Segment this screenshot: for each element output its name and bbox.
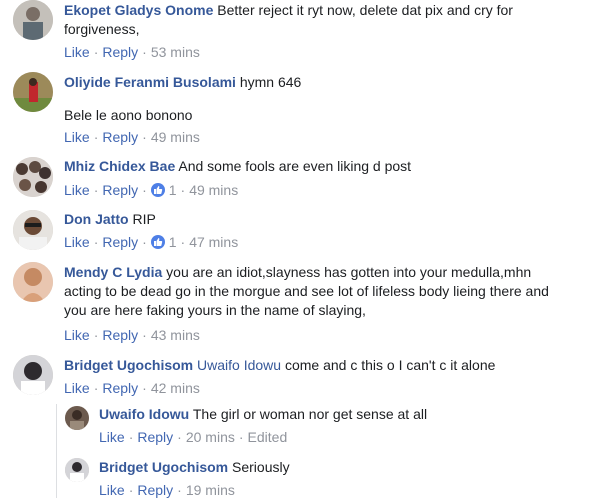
comment-text: Better reject it ryt now, delete dat pix… bbox=[217, 2, 513, 18]
avatar[interactable] bbox=[65, 406, 89, 430]
timestamp[interactable]: 49 mins bbox=[189, 182, 238, 198]
reaction-count[interactable]: 1 bbox=[169, 234, 177, 250]
avatar[interactable] bbox=[13, 355, 53, 395]
reply-actions: Like · Reply · 20 mins · Edited bbox=[99, 429, 288, 445]
reply-button[interactable]: Reply bbox=[102, 327, 138, 343]
comment-body: Bridget Ugochisom Uwaifo Idowu come and … bbox=[64, 356, 604, 375]
comment-text: Bele le aono bonono bbox=[64, 107, 193, 123]
avatar[interactable] bbox=[13, 72, 53, 112]
like-button[interactable]: Like bbox=[64, 380, 90, 396]
reply-author[interactable]: Bridget Ugochisom bbox=[99, 459, 228, 475]
comment-actions: Like · Reply · 1 · 47 mins bbox=[64, 234, 239, 250]
comment-body: Ekopet Gladys Onome Better reject it ryt… bbox=[64, 1, 604, 39]
timestamp[interactable]: 53 mins bbox=[151, 44, 200, 60]
comment-body: Mhiz Chidex Bae And some fools are even … bbox=[64, 157, 604, 176]
like-button[interactable]: Like bbox=[64, 44, 90, 60]
timestamp[interactable]: 42 mins bbox=[151, 380, 200, 396]
reply-button[interactable]: Reply bbox=[137, 429, 173, 445]
comment-text: acting to be dead go in the morgue and s… bbox=[64, 283, 549, 299]
comment-author[interactable]: Mendy C Lydia bbox=[64, 264, 162, 280]
comment-body: Don Jatto RIP bbox=[64, 210, 604, 229]
reply-actions: Like · Reply · 19 mins bbox=[99, 482, 235, 498]
timestamp[interactable]: 49 mins bbox=[151, 129, 200, 145]
comment-actions: Like · Reply · 42 mins bbox=[64, 380, 200, 396]
comment-actions: Like · Reply · 49 mins bbox=[64, 129, 200, 145]
comment-text: you are here faking yours in the name of… bbox=[64, 302, 366, 318]
reply-body: Uwaifo Idowu The girl or woman nor get s… bbox=[99, 405, 599, 424]
edited-label[interactable]: Edited bbox=[248, 429, 288, 445]
like-button[interactable]: Like bbox=[64, 234, 90, 250]
avatar[interactable] bbox=[13, 262, 53, 302]
reply-button[interactable]: Reply bbox=[137, 482, 173, 498]
timestamp[interactable]: 43 mins bbox=[151, 327, 200, 343]
comment-author[interactable]: Mhiz Chidex Bae bbox=[64, 158, 175, 174]
timestamp[interactable]: 20 mins bbox=[186, 429, 235, 445]
avatar[interactable] bbox=[13, 157, 53, 197]
comment-body: Mendy C Lydia you are an idiot,slayness … bbox=[64, 263, 604, 320]
reply-author[interactable]: Uwaifo Idowu bbox=[99, 406, 189, 422]
comment-author[interactable]: Bridget Ugochisom bbox=[64, 357, 193, 373]
timestamp[interactable]: 19 mins bbox=[186, 482, 235, 498]
comment-body: Oliyide Feranmi Busolami hymn 646 bbox=[64, 73, 604, 92]
comment-text: come and c this o I can't c it alone bbox=[284, 357, 496, 373]
comment-author[interactable]: Ekopet Gladys Onome bbox=[64, 2, 213, 18]
reply-thread-line bbox=[56, 404, 57, 498]
avatar[interactable] bbox=[65, 458, 89, 482]
reply-button[interactable]: Reply bbox=[102, 44, 138, 60]
reply-body: Bridget Ugochisom Seriously bbox=[99, 458, 599, 477]
comment-actions: Like · Reply · 53 mins bbox=[64, 44, 200, 60]
comment-text: you are an idiot,slayness has gotten int… bbox=[166, 264, 532, 280]
mention-link[interactable]: Uwaifo Idowu bbox=[197, 357, 281, 373]
comment-text: forgiveness, bbox=[64, 21, 140, 37]
comment-author[interactable]: Oliyide Feranmi Busolami bbox=[64, 74, 236, 90]
thumbs-up-icon[interactable] bbox=[150, 235, 165, 249]
like-button[interactable]: Like bbox=[64, 129, 90, 145]
reply-button[interactable]: Reply bbox=[102, 182, 138, 198]
like-button[interactable]: Like bbox=[99, 482, 125, 498]
thumbs-up-icon[interactable] bbox=[150, 183, 165, 197]
comment-actions: Like · Reply · 43 mins bbox=[64, 327, 200, 343]
avatar[interactable] bbox=[13, 210, 53, 250]
reply-text: The girl or woman nor get sense at all bbox=[192, 406, 428, 422]
comment-author[interactable]: Don Jatto bbox=[64, 211, 129, 227]
comment-actions: Like · Reply · 1 · 49 mins bbox=[64, 182, 239, 198]
timestamp[interactable]: 47 mins bbox=[189, 234, 238, 250]
reply-button[interactable]: Reply bbox=[102, 234, 138, 250]
comment-text: hymn 646 bbox=[239, 74, 302, 90]
like-button[interactable]: Like bbox=[99, 429, 125, 445]
like-button[interactable]: Like bbox=[64, 182, 90, 198]
reply-button[interactable]: Reply bbox=[102, 380, 138, 396]
reply-button[interactable]: Reply bbox=[102, 129, 138, 145]
comment-text: And some fools are even liking d post bbox=[178, 158, 412, 174]
reaction-count[interactable]: 1 bbox=[169, 182, 177, 198]
like-button[interactable]: Like bbox=[64, 327, 90, 343]
reply-text: Seriously bbox=[232, 459, 290, 475]
avatar[interactable] bbox=[13, 0, 53, 40]
comment-text: RIP bbox=[132, 211, 156, 227]
